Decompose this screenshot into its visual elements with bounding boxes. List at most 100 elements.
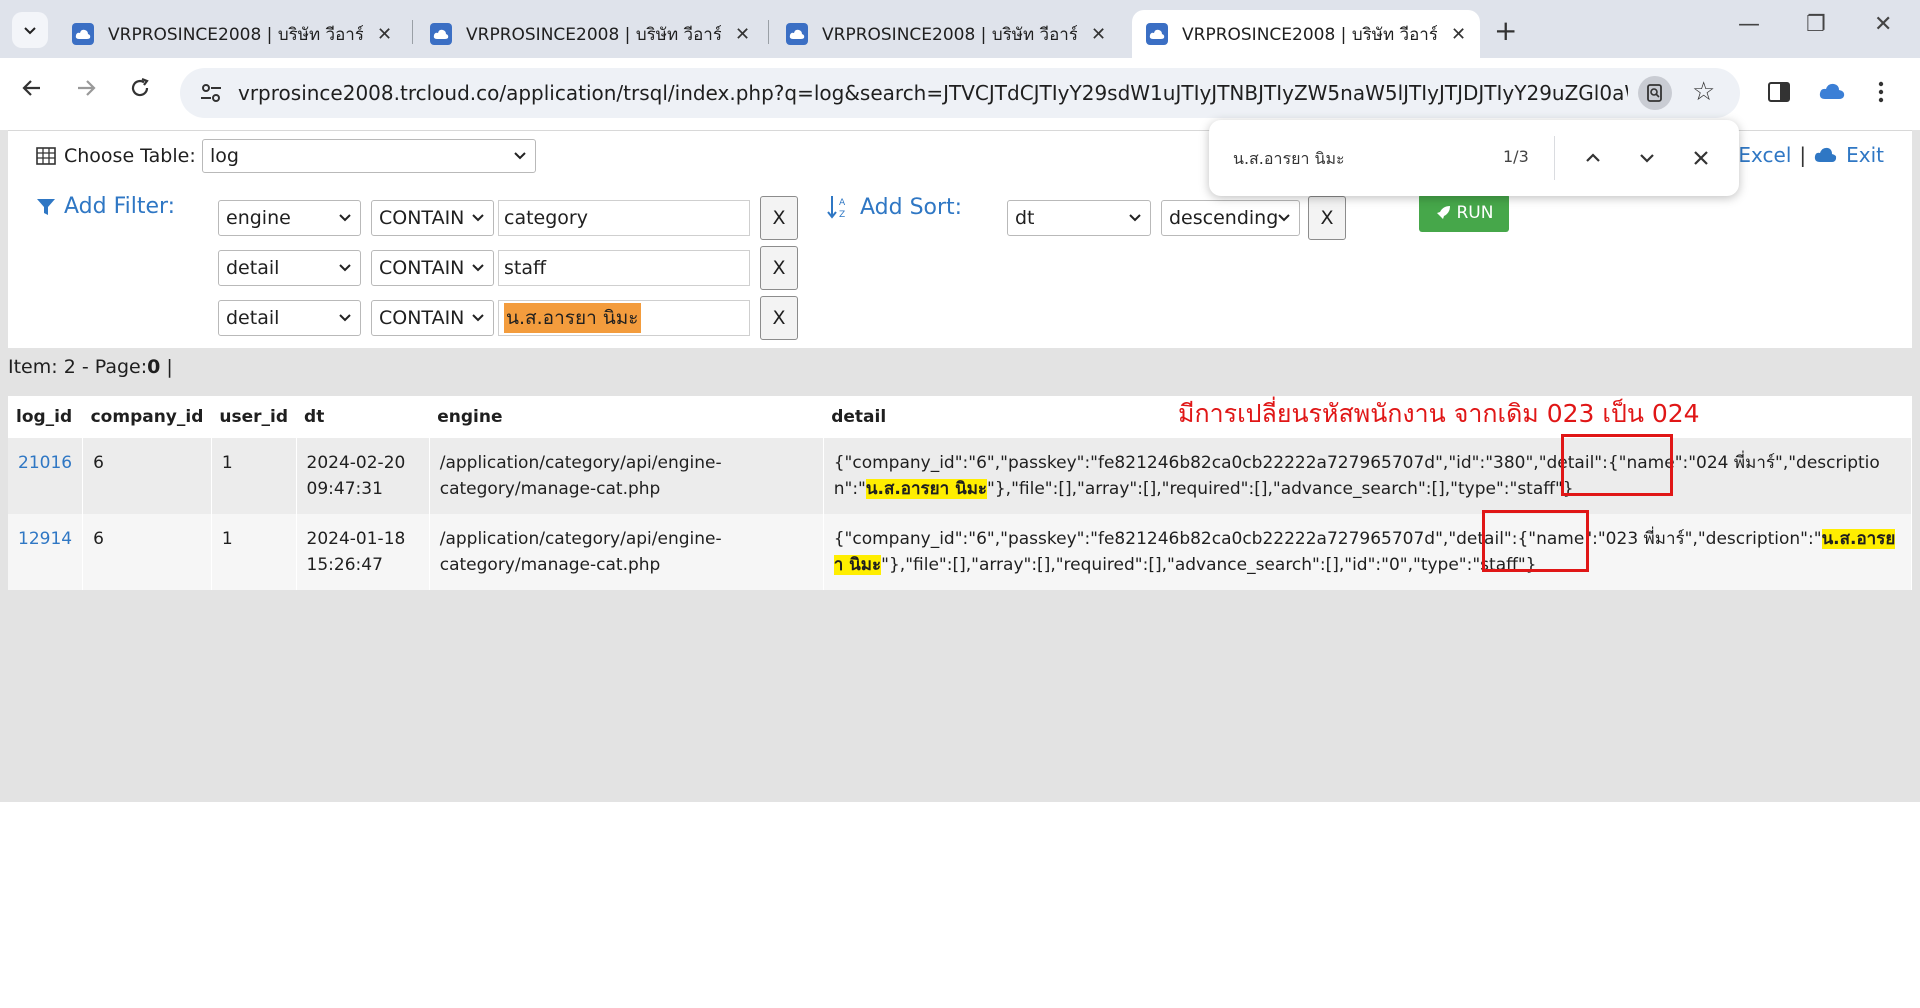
svg-text:A: A [839, 198, 846, 208]
remove-filter-button[interactable]: X [760, 246, 798, 290]
table-row: 12914 6 1 2024-01-18 15:26:47 /applicati… [8, 514, 1913, 590]
user-id-cell: 1 [211, 438, 297, 514]
filter-value-input[interactable]: staff [498, 250, 750, 286]
detail-cell: {"company_id":"6","passkey":"fe821246b82… [823, 514, 1913, 590]
table-select-value: log [210, 145, 239, 167]
close-icon[interactable] [1687, 144, 1715, 172]
address-bar[interactable]: vrprosince2008.trcloud.co/application/tr… [180, 68, 1740, 118]
back-arrow-icon[interactable] [20, 76, 44, 106]
page-suffix: | [160, 356, 173, 378]
choose-table: Choose Table: [36, 145, 196, 167]
extension-cloud-icon[interactable] [1818, 80, 1846, 108]
filter-value-input[interactable]: น.ส.อารยา นิมะ [498, 300, 750, 336]
tab-title: VRPROSINCE2008 | บริษัท วีอาร์โปร [822, 24, 1077, 45]
svg-text:Z: Z [839, 210, 845, 220]
site-settings-icon[interactable] [198, 80, 224, 106]
column-header[interactable]: dt [296, 396, 430, 438]
dt-cell: 2024-01-18 15:26:47 [296, 514, 430, 590]
column-header[interactable]: user_id [211, 396, 297, 438]
remove-sort-button[interactable]: X [1308, 196, 1346, 240]
forward-arrow-icon[interactable] [74, 76, 98, 106]
sort-field-select[interactable]: dt [1007, 200, 1151, 236]
chevron-down-icon [24, 27, 36, 35]
reload-icon[interactable] [128, 76, 152, 106]
engine-cell: /application/category/api/engine-categor… [429, 438, 824, 514]
minimize-icon[interactable]: — [1738, 12, 1760, 37]
log-id-link[interactable]: 21016 [8, 438, 84, 514]
add-sort-button[interactable]: AZ Add Sort: [826, 194, 962, 220]
filter-field-value: detail [226, 257, 280, 279]
filter-field-value: engine [226, 207, 291, 229]
sort-direction-select[interactable]: descending [1161, 200, 1300, 236]
close-icon[interactable]: ✕ [735, 24, 750, 45]
chevron-down-icon [514, 152, 526, 160]
filter-field-select[interactable]: detail [218, 250, 361, 286]
column-header[interactable]: engine [429, 396, 824, 438]
chevron-down-icon [339, 264, 351, 272]
exit-link[interactable]: Exit [1846, 143, 1884, 167]
filter-operator-select[interactable]: CONTAIN [371, 300, 494, 336]
sort-field-value: dt [1015, 207, 1035, 229]
filter-field-select[interactable]: detail [218, 300, 361, 336]
window-close-icon[interactable]: ✕ [1874, 12, 1892, 37]
sort-direction-value: descending [1169, 207, 1279, 229]
find-bar: น.ส.อารยา นิมะ 1/3 [1209, 120, 1739, 196]
chevron-down-icon [472, 314, 484, 322]
close-icon[interactable]: ✕ [377, 24, 392, 45]
tab-divider [768, 20, 769, 44]
close-icon[interactable]: ✕ [1451, 24, 1466, 45]
browser-tab-active[interactable]: VRPROSINCE2008 | บริษัท วีอาร์โปร ✕ [1132, 10, 1481, 58]
tab-title: VRPROSINCE2008 | บริษัท วีอาร์โปร [108, 24, 363, 45]
annotation-text: มีการเปลี่ยนรหัสพนักงาน จากเดิม 023 เป็น… [1178, 399, 1700, 428]
url-text[interactable]: vrprosince2008.trcloud.co/application/tr… [238, 81, 1628, 105]
log-id-link[interactable]: 12914 [8, 514, 84, 590]
column-header[interactable]: log_id [8, 396, 83, 438]
find-highlight-match: น.ส.อารยา นิมะ [865, 479, 988, 499]
browser-tab[interactable]: VRPROSINCE2008 | บริษัท วีอาร์โปร ✕ [58, 10, 406, 58]
engine-cell: /application/category/api/engine-categor… [429, 514, 824, 590]
new-tab-button[interactable]: + [1494, 14, 1517, 47]
filter-field-select[interactable]: engine [218, 200, 361, 236]
cloud-icon [430, 23, 452, 45]
add-filter-button[interactable]: Add Filter: [36, 194, 175, 219]
run-label: RUN [1456, 203, 1494, 223]
column-header[interactable]: company_id [82, 396, 212, 438]
annotation-box [1482, 510, 1589, 572]
rocket-icon [1436, 206, 1450, 219]
chevron-down-icon [339, 314, 351, 322]
bookmark-star-icon[interactable]: ☆ [1692, 77, 1715, 107]
filter-value-input[interactable]: category [498, 200, 750, 236]
close-icon[interactable]: ✕ [1091, 24, 1106, 45]
browser-tab[interactable]: VRPROSINCE2008 | บริษัท วีอาร์โปร ✕ [416, 10, 764, 58]
detail-cell: {"company_id":"6","passkey":"fe821246b82… [823, 438, 1913, 514]
browser-tab[interactable]: VRPROSINCE2008 | บริษัท วีอาร์โปร ✕ [772, 10, 1120, 58]
remove-filter-button[interactable]: X [760, 296, 798, 340]
find-highlight-current: น.ส.อารยา นิมะ [504, 303, 641, 333]
run-button[interactable]: RUN [1419, 194, 1509, 232]
dt-cell: 2024-02-20 09:47:31 [296, 438, 430, 514]
annotation-box [1561, 434, 1673, 496]
find-count: 1/3 [1503, 147, 1529, 166]
chevron-down-icon [1129, 214, 1141, 222]
filter-operator-select[interactable]: CONTAIN [371, 250, 494, 286]
remove-filter-button[interactable]: X [760, 196, 798, 240]
filter-operator-value: CONTAIN [379, 207, 465, 229]
excel-link[interactable]: Excel [1738, 143, 1791, 167]
filter-value-text: category [504, 207, 588, 229]
more-menu-icon[interactable] [1876, 80, 1886, 108]
top-links: Excel | Exit [1738, 143, 1884, 167]
tab-search-button[interactable] [12, 12, 48, 48]
restore-icon[interactable]: ❐ [1806, 12, 1826, 37]
item-page-info: Item: 2 - Page:0 | [8, 356, 173, 378]
filter-operator-value: CONTAIN [379, 257, 465, 279]
find-input[interactable]: น.ส.อารยา นิมะ [1233, 147, 1345, 172]
chevron-up-icon[interactable] [1579, 144, 1607, 172]
filter-operator-select[interactable]: CONTAIN [371, 200, 494, 236]
chevron-down-icon[interactable] [1633, 144, 1661, 172]
link-separator: | [1799, 143, 1807, 167]
sort-alpha-icon: AZ [827, 196, 846, 220]
find-in-page-icon[interactable] [1638, 76, 1672, 110]
company-id-cell: 6 [82, 438, 212, 514]
table-select[interactable]: log [202, 139, 536, 173]
side-panel-icon[interactable] [1767, 80, 1791, 108]
